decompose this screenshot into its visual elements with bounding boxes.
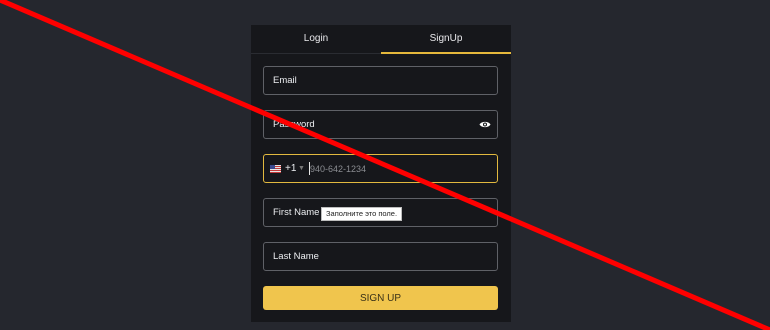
chevron-down-icon[interactable]: ▼: [298, 155, 305, 182]
sign-up-button[interactable]: SIGN UP: [263, 286, 498, 310]
phone-input[interactable]: [310, 156, 490, 181]
auth-tabs: Login SignUp: [251, 25, 511, 54]
email-field[interactable]: Email: [263, 66, 498, 95]
last-name-label: Last Name: [273, 251, 319, 262]
phone-field[interactable]: +1 ▼: [263, 154, 498, 183]
validation-tooltip: Заполните это поле.: [321, 207, 403, 221]
signup-panel: Login SignUp Email Password +1 ▼ First N…: [251, 25, 511, 322]
country-code[interactable]: +1: [285, 155, 296, 182]
password-label: Password: [273, 119, 315, 130]
eye-icon[interactable]: [479, 120, 491, 129]
email-label: Email: [273, 75, 297, 86]
last-name-field[interactable]: Last Name: [263, 242, 498, 271]
first-name-field[interactable]: First Name Заполните это поле.: [263, 198, 498, 227]
first-name-label: First Name: [273, 207, 320, 218]
password-field[interactable]: Password: [263, 110, 498, 139]
tab-login[interactable]: Login: [251, 25, 381, 54]
tab-signup[interactable]: SignUp: [381, 25, 511, 54]
text-cursor: [309, 162, 310, 175]
us-flag-icon[interactable]: [270, 165, 281, 173]
